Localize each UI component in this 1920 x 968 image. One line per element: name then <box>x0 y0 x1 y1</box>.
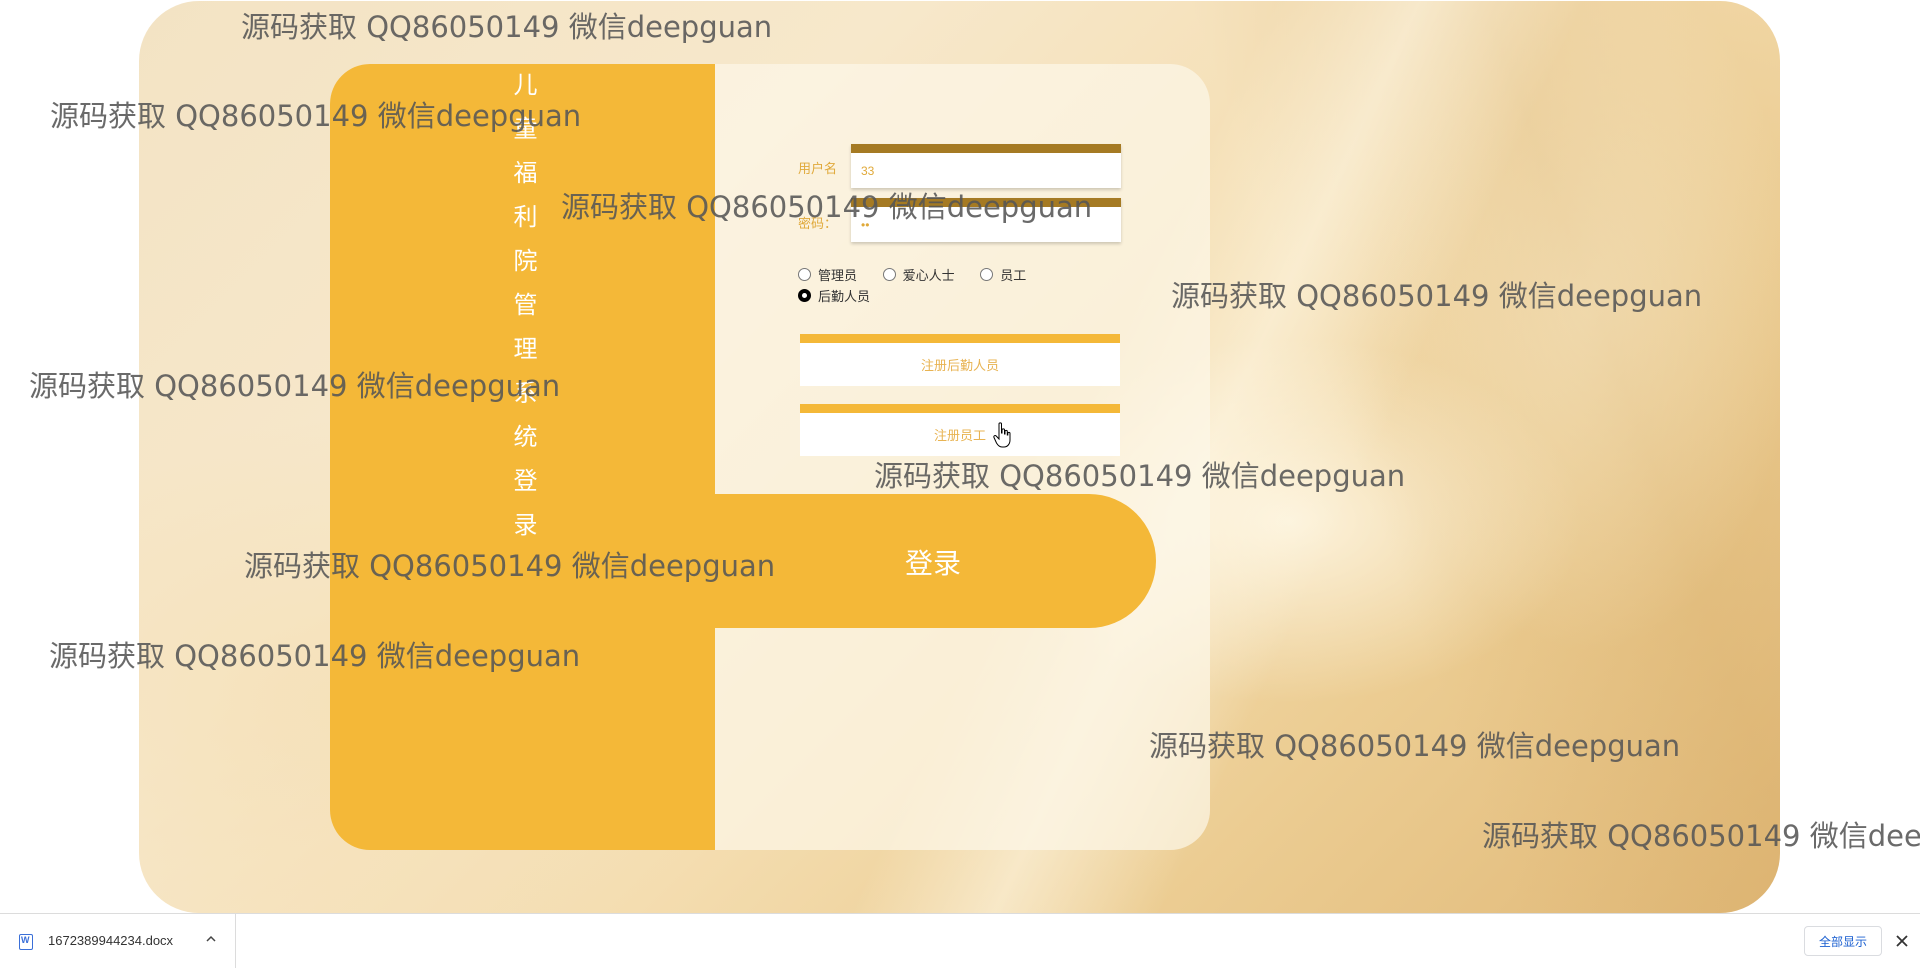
role-radio-group: 管理员 爱心人士 员工 <box>798 265 1048 284</box>
password-input[interactable] <box>851 207 1121 242</box>
role-radio-volunteer[interactable]: 爱心人士 <box>882 265 955 284</box>
role-radio-staff[interactable]: 员工 <box>980 265 1026 284</box>
role-radio-group-row2: 后勤人员 <box>798 286 892 305</box>
login-button[interactable]: 登录 <box>715 494 1156 628</box>
radio-selected-icon <box>798 289 811 302</box>
username-input[interactable] <box>851 153 1121 188</box>
radio-circle-icon <box>980 268 994 281</box>
radio-circle-icon <box>798 268 811 281</box>
radio-circle-icon <box>882 268 896 281</box>
login-button-label: 登录 <box>905 547 962 580</box>
role-label: 员工 <box>1000 268 1027 283</box>
username-label: 用户名 <box>798 161 838 176</box>
login-card-left-panel: 儿童福利院管理系统登录 <box>330 64 715 850</box>
password-label: 密码： <box>798 216 838 231</box>
hand-cursor-icon <box>993 422 1011 448</box>
close-icon[interactable] <box>1894 933 1910 949</box>
login-card: 儿童福利院管理系统登录 用户名 密码： 管理员 爱心人士 员工 <box>330 64 1210 850</box>
register-logistics-button[interactable]: 注册后勤人员 <box>800 334 1120 386</box>
word-document-icon <box>19 934 33 950</box>
show-all-button[interactable]: 全部显示 <box>1804 926 1882 956</box>
role-label: 管理员 <box>818 268 858 283</box>
register-staff-button[interactable]: 注册员工 <box>800 404 1120 456</box>
password-field-wrapper <box>851 198 1121 242</box>
download-item[interactable]: 1672389944234.docx <box>0 914 236 968</box>
system-title: 儿童福利院管理系统登录 <box>509 72 537 556</box>
screen: 儿童福利院管理系统登录 用户名 密码： 管理员 爱心人士 员工 <box>0 0 1920 968</box>
role-radio-admin[interactable]: 管理员 <box>798 265 857 284</box>
role-label: 爱心人士 <box>902 268 955 283</box>
role-radio-logistics[interactable]: 后勤人员 <box>798 286 870 305</box>
download-file-name: 1672389944234.docx <box>48 933 174 948</box>
chevron-up-icon[interactable] <box>206 934 216 944</box>
username-field-wrapper <box>851 144 1121 188</box>
download-bar: 1672389944234.docx 全部显示 <box>0 913 1920 968</box>
role-label: 后勤人员 <box>818 289 871 304</box>
